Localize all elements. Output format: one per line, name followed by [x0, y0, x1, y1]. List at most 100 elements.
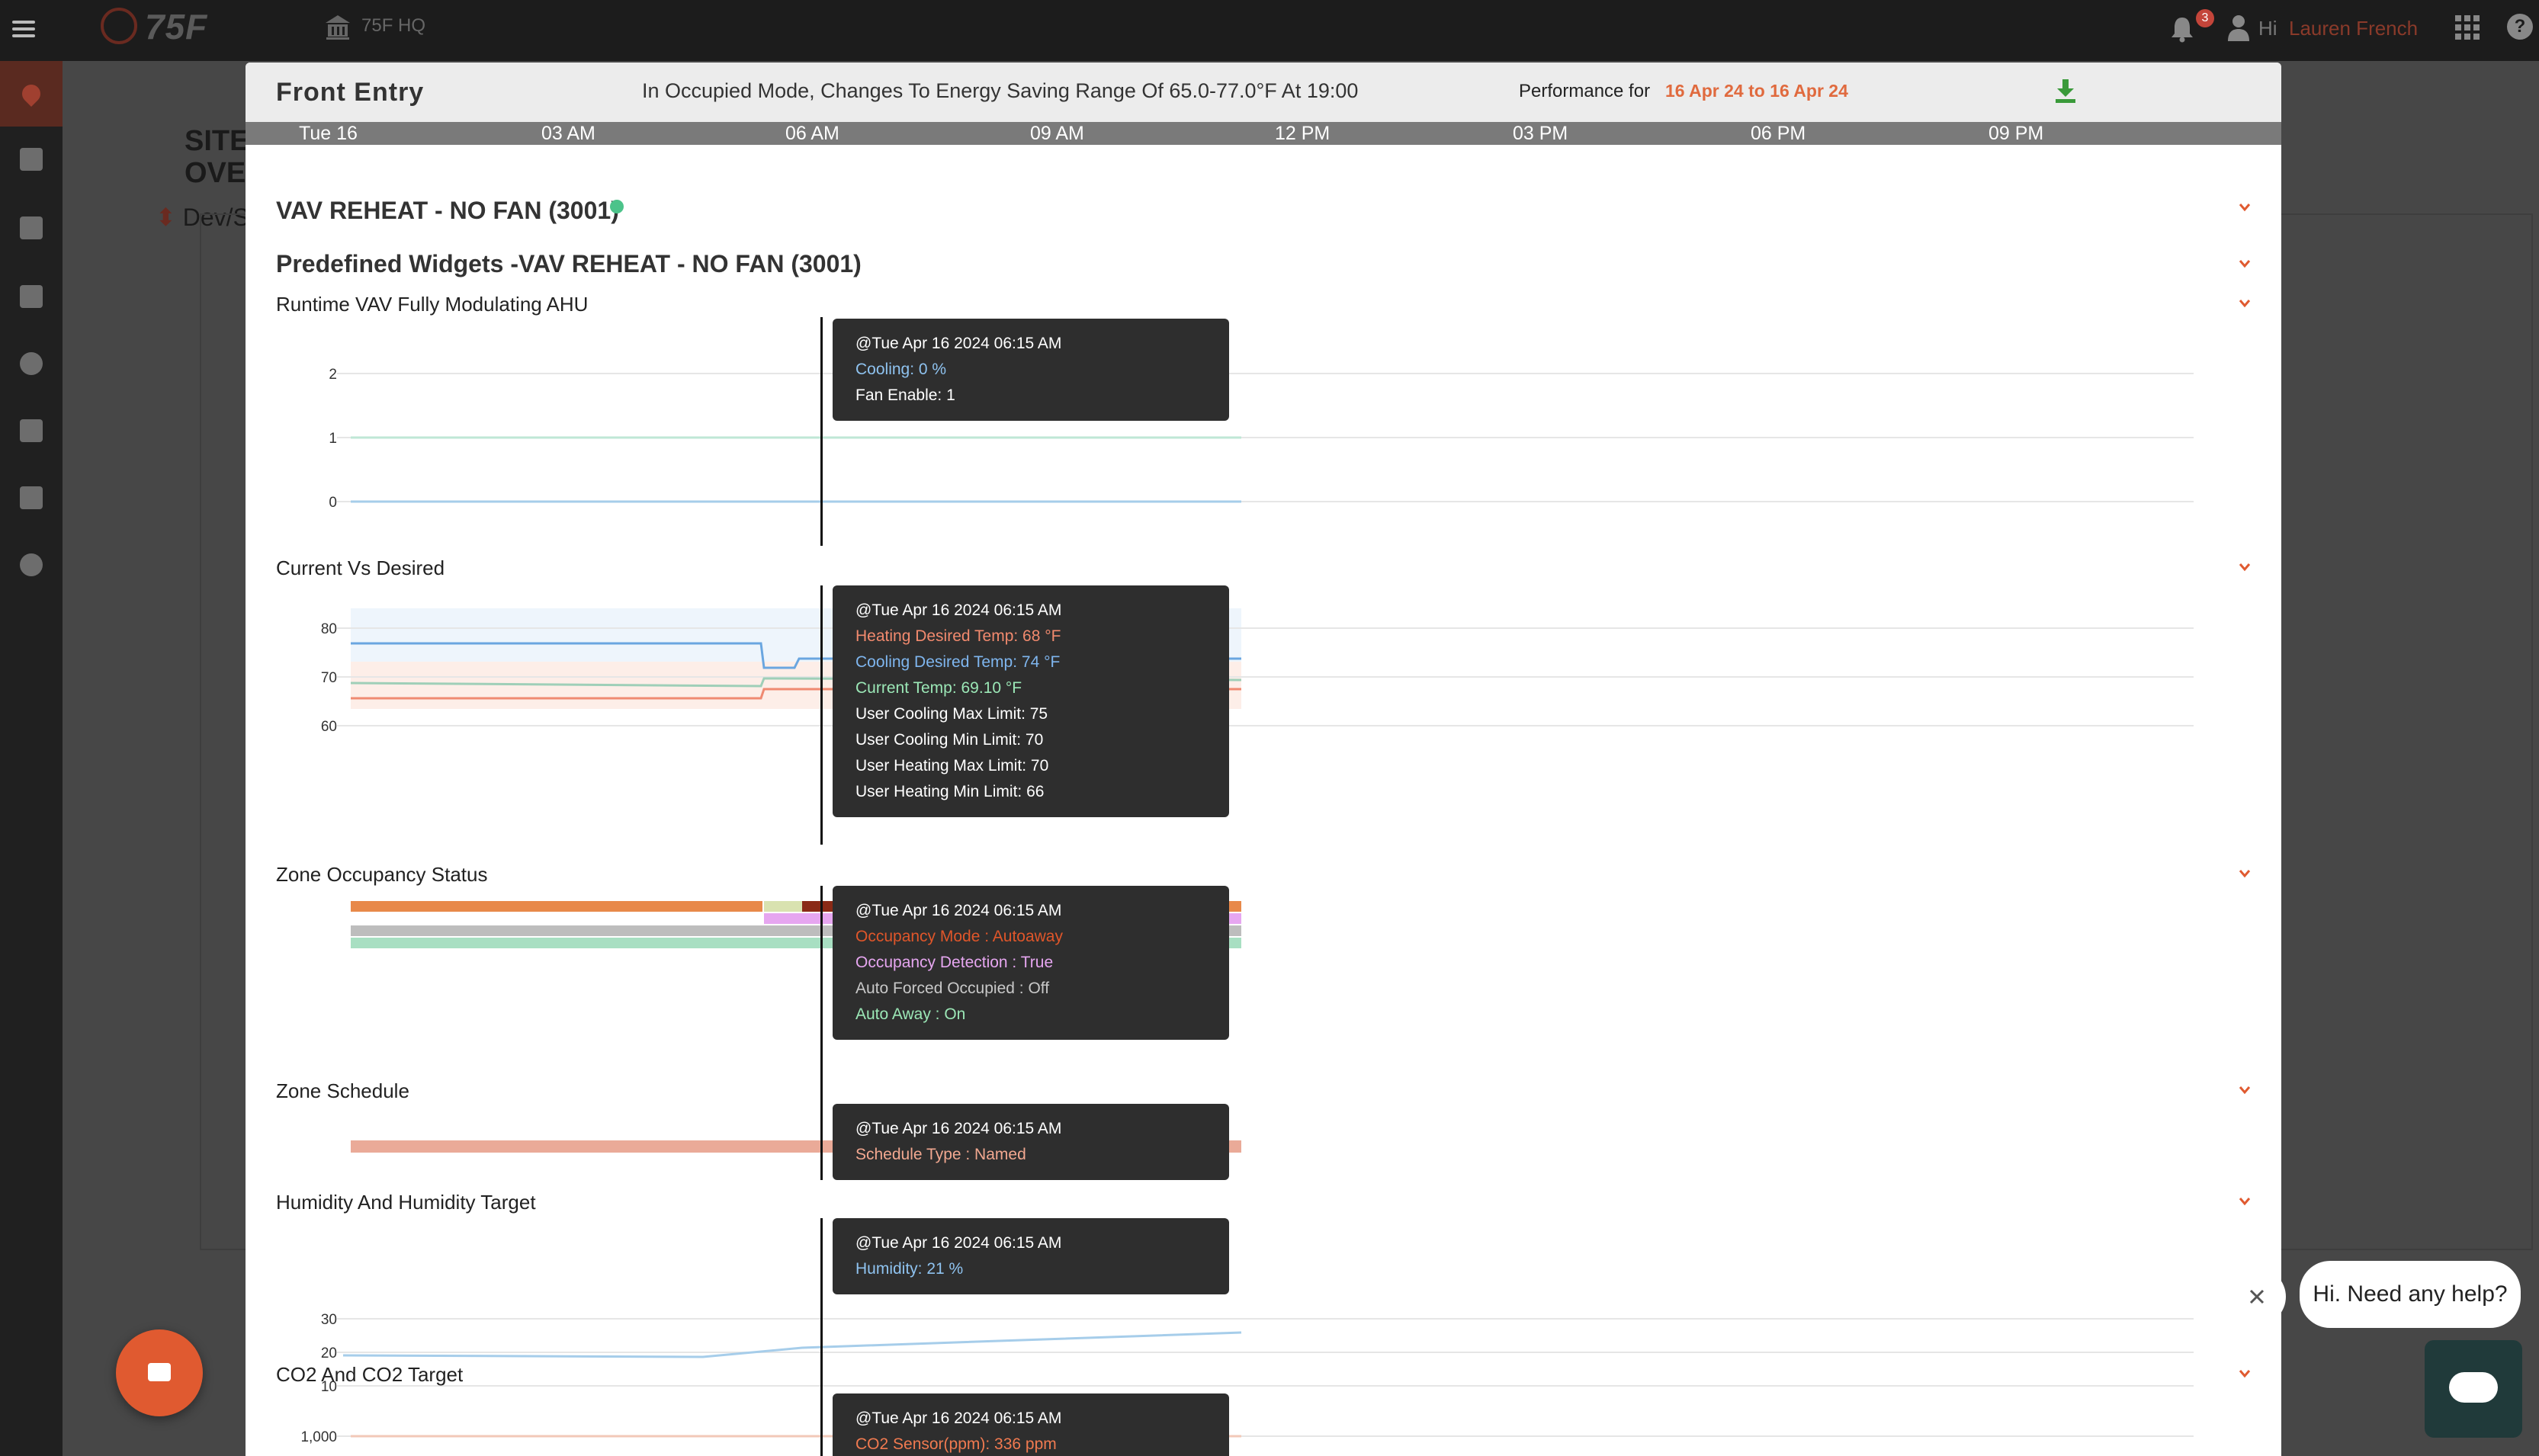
humidity-tooltip: @Tue Apr 16 2024 06:15 AM Humidity: 21 %	[833, 1218, 1229, 1294]
tooltip-line: User Cooling Min Limit: 70	[855, 731, 1044, 749]
zone-details-modal: Front Entry In Occupied Mode, Changes To…	[246, 63, 2281, 1456]
logo-mark-icon	[101, 8, 137, 44]
tooltip-line: Humidity: 21 %	[855, 1260, 964, 1278]
tooltip-timestamp: @Tue Apr 16 2024 06:15 AM	[855, 902, 1062, 919]
tooltip-line: User Cooling Max Limit: 75	[855, 705, 1048, 723]
chevron-down-icon[interactable]	[2237, 296, 2252, 311]
tooltip-timestamp: @Tue Apr 16 2024 06:15 AM	[855, 1120, 1062, 1137]
download-icon[interactable]	[2054, 78, 2077, 104]
runtime-tooltip: @Tue Apr 16 2024 06:15 AM Cooling: 0 % F…	[833, 319, 1229, 421]
occupancy-mode-bar	[351, 901, 762, 912]
y-tick-label: 30	[321, 1312, 337, 1328]
timeline-tick: 09 PM	[1989, 123, 2044, 144]
y-tick-label: 20	[321, 1345, 337, 1361]
widget-title: Humidity And Humidity Target	[276, 1191, 536, 1214]
help-icon[interactable]: ?	[2507, 14, 2533, 40]
hover-cursor-line	[820, 886, 823, 1130]
nav-building-icon[interactable]	[0, 127, 63, 192]
humidity-line	[342, 1331, 1242, 1358]
user-name-dropdown[interactable]: Lauren French	[2289, 17, 2418, 40]
timeline-tick: 06 PM	[1751, 123, 1806, 144]
chat-button[interactable]	[116, 1329, 203, 1416]
nav-laptop-icon[interactable]	[0, 195, 63, 261]
logo[interactable]: 75F	[145, 6, 207, 47]
chevron-down-icon[interactable]	[2237, 1194, 2252, 1209]
tooltip-line: Heating Desired Temp: 68 °F	[855, 627, 1061, 645]
building-icon	[326, 15, 350, 40]
notification-badge: 3	[2196, 9, 2214, 27]
zone-title: Front Entry	[276, 78, 425, 107]
chevron-down-icon[interactable]	[2237, 256, 2252, 271]
timeline-tick: 03 PM	[1513, 123, 1568, 144]
zone-schedule-chart	[351, 1140, 1241, 1153]
tooltip-timestamp: @Tue Apr 16 2024 06:15 AM	[855, 1234, 1062, 1252]
zone-schedule-tooltip: @Tue Apr 16 2024 06:15 AM Schedule Type …	[833, 1104, 1229, 1180]
tooltip-timestamp: @Tue Apr 16 2024 06:15 AM	[855, 1409, 1062, 1427]
top-bar: 75F 75F HQ 3 Hi Lauren French ?	[0, 0, 2539, 61]
chevron-down-icon[interactable]	[2237, 560, 2252, 575]
sort-icon: ⬍	[156, 204, 183, 231]
user-icon[interactable]	[2226, 14, 2251, 41]
timeline-tick: Tue 16	[299, 123, 358, 144]
nav-alerts-icon[interactable]	[0, 398, 63, 463]
modal-header: Front Entry In Occupied Mode, Changes To…	[246, 63, 2281, 122]
co2-chart: 1,000	[300, 1429, 2194, 1445]
nav-heatmap-icon[interactable]	[0, 61, 63, 127]
nav-dashboard-icon[interactable]	[0, 264, 63, 329]
co2-tooltip: @Tue Apr 16 2024 06:15 AM CO2 Sensor(ppm…	[833, 1393, 1229, 1456]
chevron-down-icon[interactable]	[2237, 200, 2252, 215]
timeline-tick: 03 AM	[541, 123, 595, 144]
tooltip-line: Cooling: 0 %	[855, 361, 947, 378]
nav-settings-icon[interactable]	[0, 532, 63, 598]
y-tick-label: 1,000	[300, 1429, 337, 1445]
timeline-tick: 12 PM	[1275, 123, 1330, 144]
occupancy-mode-bar	[764, 901, 802, 912]
tooltip-timestamp: @Tue Apr 16 2024 06:15 AM	[855, 601, 1062, 619]
close-help-button[interactable]	[2228, 1268, 2286, 1326]
nav-hierarchy-icon[interactable]	[0, 465, 63, 531]
tooltip-line: Auto Away : On	[855, 1005, 966, 1023]
online-status-dot	[610, 200, 624, 213]
runtime-chart: 2 1 0	[329, 367, 2194, 511]
timeline-tick: 09 AM	[1030, 123, 1084, 144]
current-vs-desired-tooltip: @Tue Apr 16 2024 06:15 AM Heating Desire…	[833, 585, 1229, 817]
nav-pie-chart-icon[interactable]	[0, 331, 63, 396]
hamburger-menu-icon[interactable]	[12, 17, 35, 40]
greeting: Hi	[2258, 17, 2277, 40]
chat-icon	[148, 1363, 171, 1381]
tooltip-line: User Heating Min Limit: 66	[855, 783, 1045, 800]
left-nav	[0, 61, 63, 1456]
chat-bubble-icon	[2449, 1372, 2498, 1403]
hover-cursor-line	[820, 1393, 823, 1456]
bell-icon[interactable]	[2169, 15, 2195, 43]
zone-occupancy-tooltip: @Tue Apr 16 2024 06:15 AM Occupancy Mode…	[833, 886, 1229, 1040]
timeline-bar[interactable]: Tue 16 03 AM 06 AM 09 AM 12 PM 03 PM 06 …	[246, 122, 2281, 145]
site-name[interactable]: 75F HQ	[361, 15, 425, 37]
hover-cursor-line	[820, 585, 823, 845]
tooltip-line: Cooling Desired Temp: 74 °F	[855, 653, 1061, 671]
help-chat-button[interactable]	[2425, 1340, 2522, 1438]
performance-date-range[interactable]: 16 Apr 24 to 16 Apr 24	[1665, 81, 1848, 101]
y-tick-label: 2	[329, 367, 337, 383]
tooltip-line: User Heating Max Limit: 70	[855, 757, 1049, 775]
help-bubble[interactable]: Hi. Need any help?	[2300, 1261, 2521, 1328]
chevron-down-icon[interactable]	[2237, 866, 2252, 881]
timeline-tick: 06 AM	[785, 123, 839, 144]
predefined-widgets-title: Predefined Widgets -VAV REHEAT - NO FAN …	[276, 250, 862, 277]
tooltip-line: Fan Enable: 1	[855, 386, 955, 404]
tooltip-line: Current Temp: 69.10 °F	[855, 679, 1022, 697]
chevron-down-icon[interactable]	[2237, 1082, 2252, 1098]
hover-cursor-line	[820, 1104, 823, 1180]
humidity-chart: 30 20 10	[321, 1312, 2194, 1393]
y-tick-label: 1	[329, 431, 337, 447]
apps-grid-icon[interactable]	[2455, 15, 2480, 40]
tooltip-line: Occupancy Mode : Autoaway	[855, 928, 1063, 945]
y-tick-label: 60	[321, 719, 337, 735]
chevron-down-icon[interactable]	[2237, 1366, 2252, 1381]
y-tick-label: 70	[321, 670, 337, 686]
widget-title: Zone Occupancy Status	[276, 863, 488, 886]
tooltip-line: Schedule Type : Named	[855, 1146, 1026, 1163]
y-tick-label: 80	[321, 621, 337, 637]
tooltip-line: Occupancy Detection : True	[855, 954, 1054, 971]
widget-title: Current Vs Desired	[276, 556, 445, 579]
